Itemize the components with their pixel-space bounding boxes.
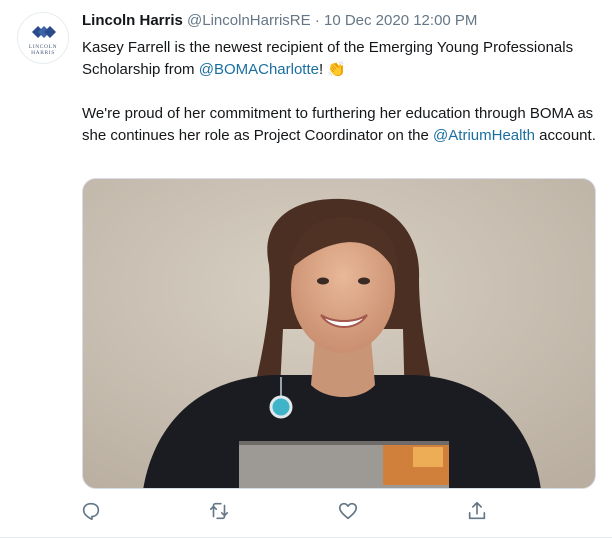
mention-boma-charlotte[interactable]: @BOMACharlotte [199, 61, 319, 78]
paragraph-1-punctuation: ! [318, 61, 324, 78]
tweet[interactable]: LINCOLN HARRIS Lincoln Harris @LincolnHa… [0, 0, 612, 538]
tweet-paragraph-2: We're proud of her commitment to further… [82, 103, 597, 147]
share-button[interactable] [466, 500, 488, 522]
tweet-paragraph-1: Kasey Farrell is the newest recipient of… [82, 37, 597, 81]
lincoln-harris-logo-icon [32, 26, 56, 38]
avatar-logo-line2: HARRIS [31, 50, 55, 56]
tweet-text: Kasey Farrell is the newest recipient of… [82, 37, 597, 147]
paragraph-2-end: account. [534, 127, 596, 144]
reply-icon [82, 502, 100, 521]
retweet-icon [209, 502, 229, 520]
clapping-hands-emoji: 👏 [327, 61, 347, 78]
header-separator: · [314, 12, 320, 29]
like-icon [338, 502, 358, 520]
photo-image [83, 179, 595, 488]
author-name[interactable]: Lincoln Harris [82, 12, 183, 29]
tweet-header: Lincoln Harris @LincolnHarrisRE · 10 Dec… [82, 11, 477, 31]
mention-atrium-health[interactable]: @AtriumHealth [433, 127, 535, 144]
like-button[interactable] [337, 500, 359, 522]
reply-button[interactable] [80, 500, 102, 522]
retweet-button[interactable] [208, 500, 230, 522]
share-icon [468, 501, 486, 520]
avatar[interactable]: LINCOLN HARRIS [17, 12, 69, 64]
tweet-timestamp[interactable]: 10 Dec 2020 12:00 PM [324, 12, 477, 29]
avatar-logo-text: LINCOLN HARRIS [18, 44, 68, 56]
author-handle[interactable]: @LincolnHarrisRE [187, 12, 311, 29]
tweet-actions [0, 500, 612, 526]
tweet-photo[interactable] [82, 178, 596, 489]
